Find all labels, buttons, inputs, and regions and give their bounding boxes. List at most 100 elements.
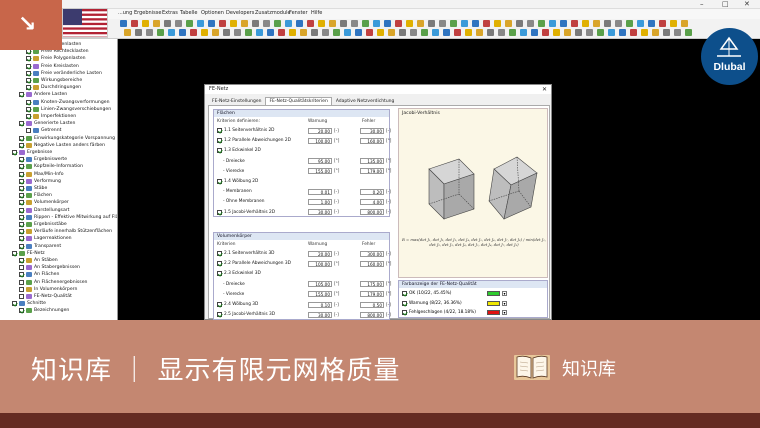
minimize-button[interactable]: – [700,0,704,8]
toolbar-icon[interactable] [520,29,527,36]
navigator-checkbox[interactable] [19,308,24,314]
navigator-item[interactable]: Verläufe innerhalb Stützenflächen [19,228,112,235]
error-value-input[interactable]: 800.00 [360,311,384,318]
toolbar-icon[interactable] [461,20,468,27]
warning-value-input[interactable]: 0.01 [308,188,332,195]
toolbar-icon[interactable] [582,20,589,27]
navigator-item[interactable]: Freie veränderliche Lasten [26,70,102,77]
toolbar-icon[interactable] [674,29,681,36]
error-value-input[interactable]: 4.00 [360,198,384,205]
navigator-item[interactable]: Bezeichnungen [19,307,69,314]
toolbar-icon[interactable] [274,20,281,27]
toolbar-icon[interactable] [593,20,600,27]
error-value-input[interactable]: 175.00 [360,281,384,288]
navigator-checkbox[interactable] [26,99,31,105]
toolbar-icon[interactable] [454,29,461,36]
toolbar-icon[interactable] [575,29,582,36]
navigator-checkbox[interactable] [19,294,24,299]
toolbar-icon[interactable] [245,29,252,36]
toolbar-icon[interactable] [483,20,490,27]
navigator-item[interactable]: An Flächen [19,271,59,278]
navigator-item[interactable]: Getrennt [26,127,61,134]
chevron-down-icon[interactable]: ▾ [502,310,507,315]
navigator-item[interactable]: Knoten-Zwangsverformungen [26,99,110,106]
error-value-input[interactable]: 179.00 [360,168,384,175]
navigator-checkbox[interactable] [19,121,24,127]
navigator-checkbox[interactable] [19,171,24,177]
tab-fe-netz-einstellungen[interactable]: FE-Netz-Einstellungen [208,97,265,105]
navigator-checkbox[interactable] [19,164,24,170]
navigator-checkbox[interactable] [26,78,31,83]
navigator-checkbox[interactable] [19,178,24,184]
toolbar-icon[interactable] [230,20,237,27]
toolbar-icon[interactable] [190,29,197,36]
quality-checkbox[interactable] [402,291,407,296]
toolbar-icon[interactable] [637,20,644,27]
toolbar-icon[interactable] [608,29,615,36]
close-button[interactable]: ✕ [744,0,750,8]
toolbar-icon[interactable] [498,29,505,36]
navigator-checkbox[interactable] [19,207,24,213]
navigator-checkbox[interactable] [26,106,31,112]
toolbar-icon[interactable] [212,29,219,36]
navigator-item[interactable]: Freie Kreislasten [26,63,79,70]
toolbar-icon[interactable] [201,29,208,36]
toolbar-icon[interactable] [219,20,226,27]
navigator-checkbox[interactable] [19,186,24,191]
menu-item-fenster[interactable]: Fenster [289,10,308,16]
navigator-item[interactable]: Wirkungsbereiche [26,77,82,84]
toolbar-icon[interactable] [652,29,659,36]
toolbar-icon[interactable] [421,29,428,36]
navigator-checkbox[interactable] [19,222,24,227]
toolbar-icon[interactable] [120,20,127,27]
error-value-input[interactable]: 0.50 [360,301,384,308]
color-swatch[interactable] [487,310,500,315]
toolbar-icon[interactable] [234,29,241,36]
toolbar-icon[interactable] [681,20,688,27]
us-flag-icon[interactable] [62,8,108,38]
menu-item-optionen[interactable]: Optionen [201,10,224,16]
navigator-checkbox[interactable] [12,250,17,256]
toolbar-icon[interactable] [179,29,186,36]
toolbar-icon[interactable] [186,20,193,27]
criterion-checkbox[interactable] [217,179,222,184]
menu-item-zusatzmodule[interactable]: Zusatzmodule [255,10,291,16]
toolbar-icon[interactable] [164,20,171,27]
warning-value-input[interactable]: 155.00 [308,168,332,175]
toolbar-icon[interactable] [663,29,670,36]
color-swatch[interactable] [487,291,500,296]
toolbar-icon[interactable] [641,29,648,36]
navigator-item[interactable]: Kopfzeile-Information [19,163,83,170]
menu-item[interactable]: ...ung [118,10,132,16]
toolbar-icon[interactable] [586,29,593,36]
warning-value-input[interactable]: 20.00 [308,250,332,257]
toolbar-icon[interactable] [135,29,142,36]
toolbar-icon[interactable] [267,29,274,36]
navigator-item[interactable]: Flächen [19,192,52,199]
navigator-item[interactable]: An Stäben [19,257,58,264]
toolbar-icon[interactable] [428,20,435,27]
toolbar-icon[interactable] [322,29,329,36]
navigator-item[interactable]: FE-Netz [12,250,45,257]
warning-value-input[interactable]: 30.00 [308,311,332,318]
toolbar-icon[interactable] [406,20,413,27]
navigator-checkbox[interactable] [26,56,31,62]
toolbar-icon[interactable] [531,29,538,36]
toolbar-icon[interactable] [131,20,138,27]
navigator-checkbox[interactable] [19,243,24,249]
navigator-item[interactable]: Negative Lasten anders färben [19,142,105,149]
navigator-checkbox[interactable] [26,85,31,91]
toolbar-icon[interactable] [384,20,391,27]
toolbar-icon[interactable] [432,29,439,36]
toolbar-icon[interactable] [263,20,270,27]
toolbar-icon[interactable] [516,20,523,27]
navigator-checkbox[interactable] [26,114,31,119]
toolbar-icon[interactable] [197,20,204,27]
toolbar-icon[interactable] [670,20,677,27]
warning-value-input[interactable]: 1.00 [308,198,332,205]
error-value-input[interactable]: 160.00 [360,260,384,267]
menu-item-developers[interactable]: Developers [226,10,254,16]
criterion-checkbox[interactable] [217,261,222,267]
navigator-item[interactable]: Lagerreaktionen [19,235,72,242]
toolbar-icon[interactable] [685,29,692,36]
